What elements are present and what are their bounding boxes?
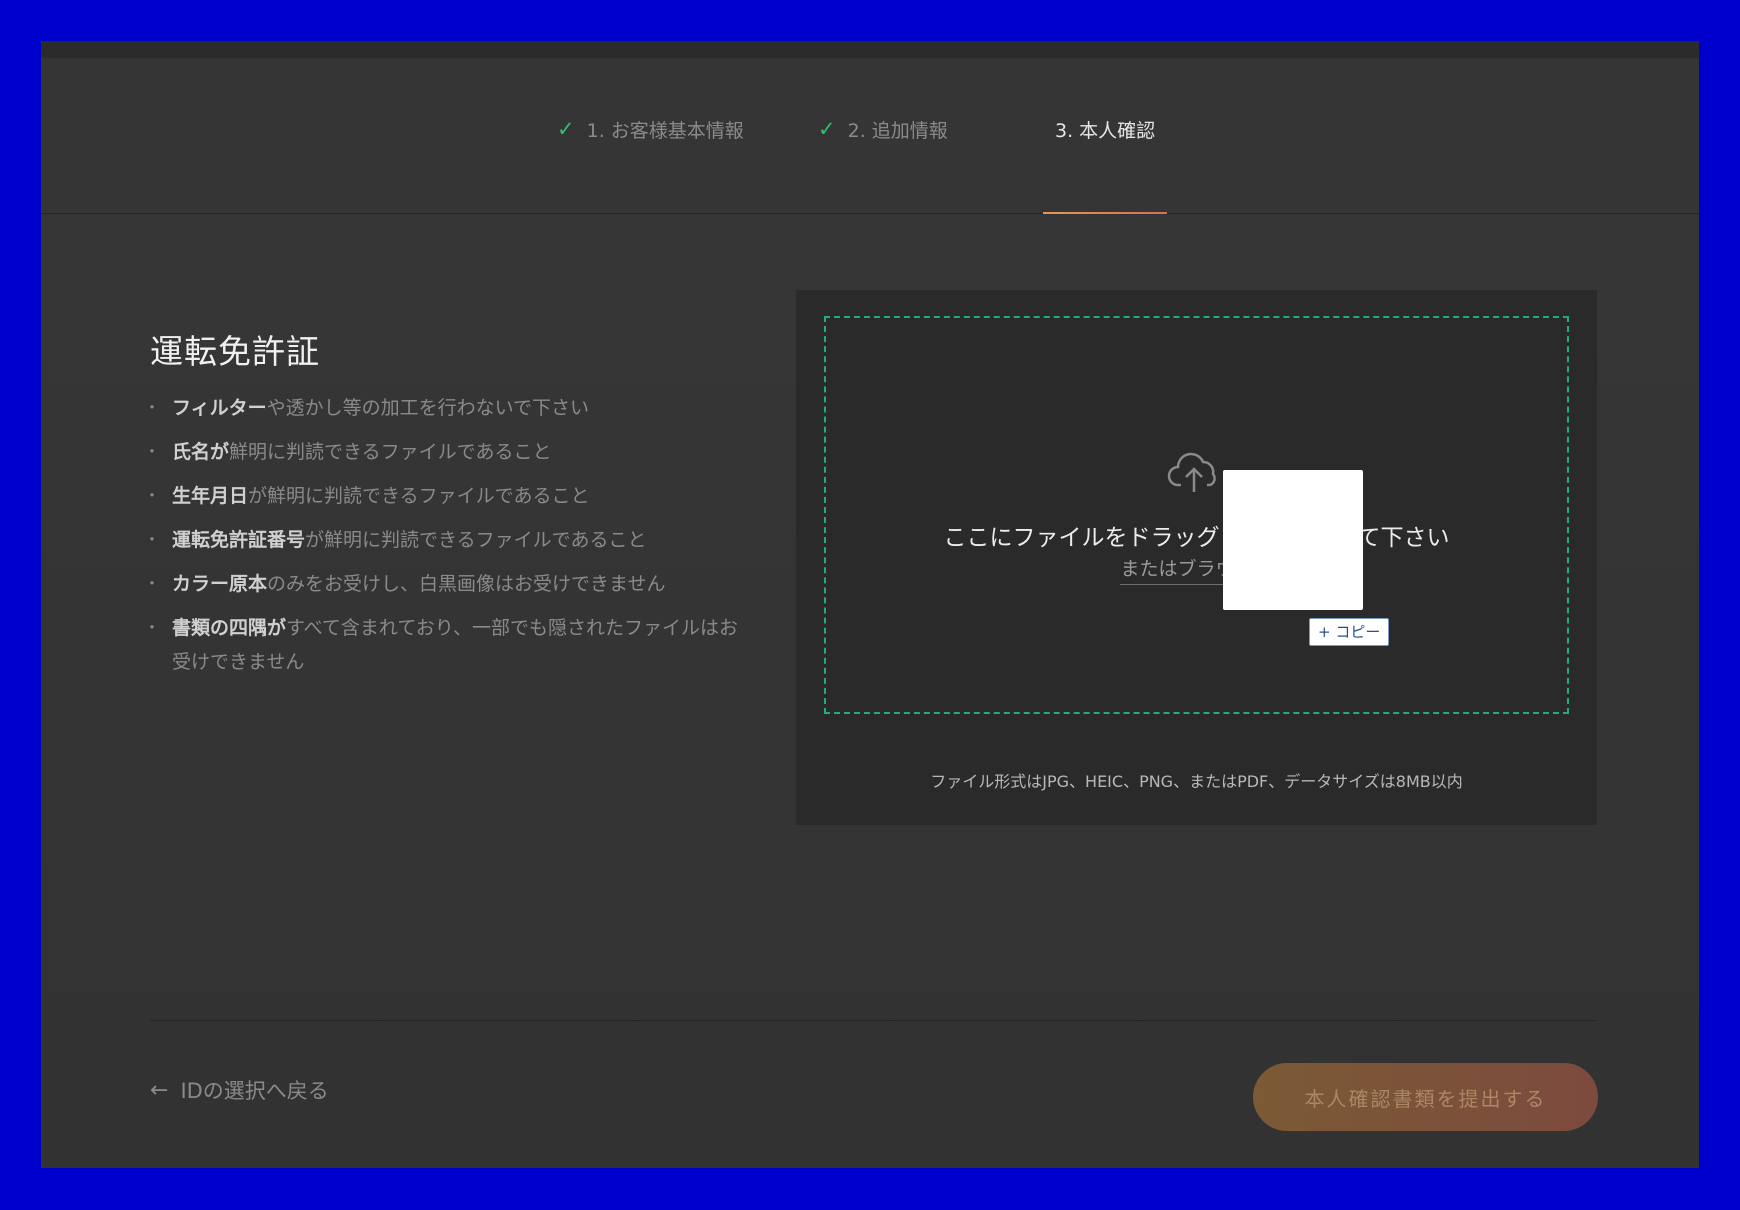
step-basic-info[interactable]: ✓ 1. お客様基本情報 (557, 116, 744, 142)
rule-emphasis: 氏名が (172, 441, 230, 463)
copy-drop-badge: + コピー (1309, 618, 1390, 646)
document-title: 運転免許証 (150, 332, 320, 371)
rule-text: や透かし等の加工を行わないで下さい (266, 397, 590, 419)
cloud-upload-icon (1167, 452, 1216, 492)
rule-emphasis: カラー原本 (172, 573, 268, 595)
dragged-file-preview (1223, 470, 1363, 610)
rule-text: のみをお受けし、白黒画像はお受けできません (267, 573, 666, 595)
rule-item: 書類の四隅がすべて含まれており、一部でも隠されたファイルはお受けできません (144, 611, 750, 679)
rule-item: フィルターや透かし等の加工を行わないで下さい (144, 391, 750, 425)
main-content: 運転免許証 フィルターや透かし等の加工を行わないで下さい 氏名が鮮明に判読できる… (41, 215, 1699, 1168)
verification-window: ✓ 1. お客様基本情報 ✓ 2. 追加情報 3. 本人確認 運転免許証 フィル… (41, 41, 1699, 1168)
file-dropzone[interactable]: ここにファイルをドラッグ て下さい またはブラウザか + コピー (824, 316, 1569, 714)
step-additional-info[interactable]: ✓ 2. 追加情報 (818, 116, 948, 142)
back-to-id-selection-link[interactable]: ← IDの選択へ戻る (150, 1075, 329, 1105)
step-label: 3. 本人確認 (1055, 119, 1156, 142)
rule-item: 生年月日が鮮明に判読できるファイルであること (144, 479, 750, 513)
footer-divider (150, 1020, 1597, 1021)
rule-emphasis: フィルター (172, 397, 267, 419)
upload-rules-list: フィルターや透かし等の加工を行わないで下さい 氏名が鮮明に判読できるファイルであ… (144, 391, 750, 689)
step-label: 2. 追加情報 (847, 119, 948, 142)
rule-text: が鮮明に判読できるファイルであること (305, 529, 647, 551)
arrow-left-icon: ← (150, 1077, 169, 1103)
top-strip (41, 41, 1699, 58)
rule-emphasis: 生年月日 (172, 485, 249, 507)
back-label: IDの選択へ戻る (180, 1079, 329, 1103)
submit-verification-button[interactable]: 本人確認書類を提出する (1253, 1063, 1598, 1131)
rule-emphasis: 書類の四隅が (172, 617, 287, 639)
active-step-underline (1043, 212, 1167, 214)
check-icon: ✓ (818, 117, 836, 141)
rule-item: 運転免許証番号が鮮明に判読できるファイルであること (144, 523, 750, 557)
browse-files-link[interactable]: またはブラウザか (826, 554, 1567, 585)
rule-text: が鮮明に判読できるファイルであること (248, 485, 590, 507)
step-indicator: ✓ 1. お客様基本情報 ✓ 2. 追加情報 3. 本人確認 (41, 58, 1699, 214)
rule-emphasis: 運転免許証番号 (172, 529, 306, 551)
rule-item: カラー原本のみをお受けし、白黒画像はお受けできません (144, 567, 750, 601)
rule-text: 鮮明に判読できるファイルであること (229, 441, 552, 463)
rule-item: 氏名が鮮明に判読できるファイルであること (144, 435, 750, 469)
step-label: 1. お客様基本情報 (586, 119, 744, 142)
step-identity-verification[interactable]: 3. 本人確認 (1055, 116, 1155, 142)
file-format-note: ファイル形式はJPG、HEIC、PNG、またはPDF、データサイズは8MB以内 (930, 772, 1463, 791)
check-icon: ✓ (557, 117, 575, 141)
dropzone-instruction: ここにファイルをドラッグ て下さい (943, 525, 1450, 551)
upload-panel: ここにファイルをドラッグ て下さい またはブラウザか + コピー ファイル形式は… (796, 290, 1597, 825)
